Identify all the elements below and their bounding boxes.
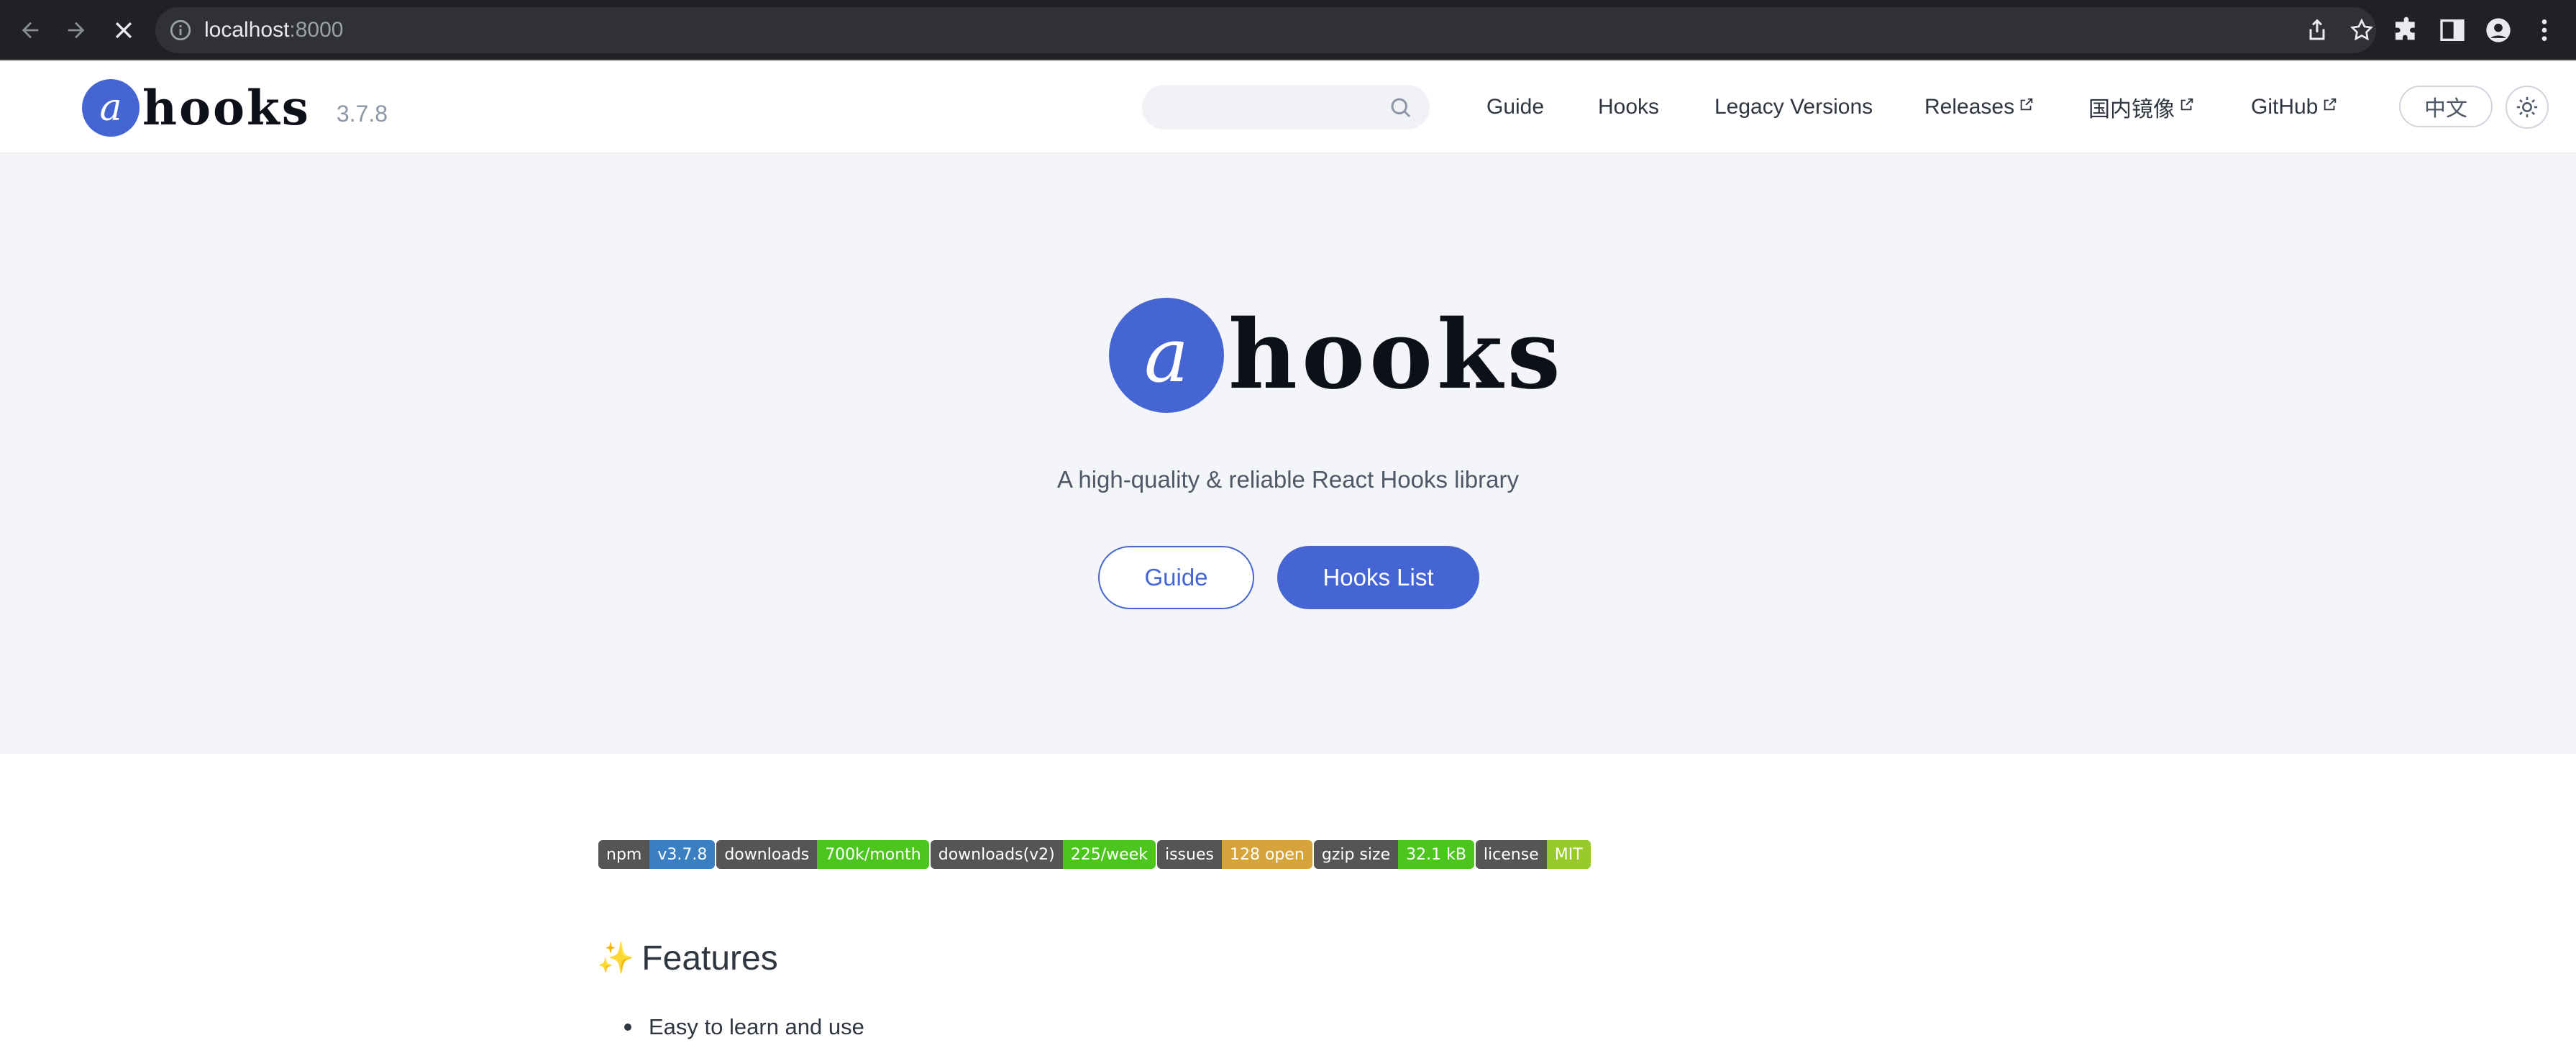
- nav-mirror-label: 国内镜像: [2088, 98, 2175, 122]
- badge-row: npm v3.7.8 downloads 700k/month download…: [598, 840, 1592, 869]
- badge-label: downloads(v2): [930, 840, 1063, 869]
- url-port: :8000: [289, 18, 344, 42]
- nav-mirror-link[interactable]: 国内镜像: [2088, 91, 2195, 123]
- badge-label: downloads: [716, 840, 818, 869]
- badge-value: 32.1 kB: [1398, 840, 1474, 869]
- language-switch-button[interactable]: 中文: [2399, 86, 2493, 127]
- nav-legacy-versions-link[interactable]: Legacy Versions: [1714, 95, 1873, 119]
- profile-avatar-icon[interactable]: [2484, 16, 2513, 45]
- downloads-badge[interactable]: downloads 700k/month: [716, 840, 929, 869]
- badge-label: license: [1475, 840, 1547, 869]
- search-input[interactable]: [1142, 85, 1372, 129]
- features-heading: ✨ Features: [597, 939, 778, 978]
- features-heading-text: Features: [641, 939, 778, 977]
- nav-github-link[interactable]: GitHub: [2251, 95, 2338, 119]
- npm-version-badge[interactable]: npm v3.7.8: [598, 840, 716, 869]
- url-host: localhost: [204, 18, 290, 42]
- nav-guide-link[interactable]: Guide: [1486, 95, 1544, 119]
- external-link-icon: [2324, 98, 2337, 111]
- nav-releases-label: Releases: [1924, 95, 2015, 119]
- issues-badge[interactable]: issues 128 open: [1156, 840, 1312, 869]
- site-header: a hooks 3.7.8 Guide Hooks Legacy Version…: [0, 60, 2576, 154]
- hero-tagline: A high-quality & reliable React Hooks li…: [1057, 466, 1519, 493]
- forward-button[interactable]: [58, 12, 95, 49]
- forward-arrow-icon: [68, 22, 85, 39]
- nav-github-label: GitHub: [2251, 95, 2319, 119]
- hero-section: a hooks A high-quality & reliable React …: [0, 154, 2576, 754]
- sparkles-icon: ✨: [597, 941, 635, 975]
- features-list: Easy to learn and use: [624, 1014, 864, 1040]
- nav-hooks-link[interactable]: Hooks: [1598, 95, 1659, 119]
- back-arrow-icon: [22, 22, 39, 39]
- guide-button[interactable]: Guide: [1098, 546, 1254, 609]
- nav-releases[interactable]: Releases: [1924, 60, 2034, 154]
- badge-label: npm: [598, 840, 650, 869]
- hero-logo: a hooks: [1109, 298, 1565, 413]
- address-bar[interactable]: localhost:8000: [155, 7, 2376, 53]
- browser-toolbar: localhost:8000: [0, 0, 2576, 60]
- search-box[interactable]: [1142, 85, 1430, 129]
- back-button[interactable]: [12, 12, 49, 49]
- version-label: 3.7.8: [336, 100, 388, 127]
- theme-toggle-button[interactable]: [2506, 86, 2549, 129]
- brand-logo[interactable]: a hooks 3.7.8: [82, 78, 388, 138]
- gzip-size-badge[interactable]: gzip size 32.1 kB: [1313, 840, 1474, 869]
- nav-guide[interactable]: Guide: [1486, 60, 1544, 154]
- external-link-icon: [2180, 98, 2193, 111]
- nav-mirror[interactable]: 国内镜像: [2088, 60, 2195, 154]
- nav-github[interactable]: GitHub: [2251, 60, 2338, 154]
- hero-logo-wordmark: hooks: [1228, 299, 1565, 411]
- nav-releases-link[interactable]: Releases: [1924, 95, 2034, 119]
- close-icon: [115, 22, 132, 39]
- nav-legacy-versions[interactable]: Legacy Versions: [1714, 60, 1873, 154]
- badge-label: gzip size: [1313, 840, 1399, 869]
- nav-hooks[interactable]: Hooks: [1598, 60, 1659, 154]
- extensions-puzzle-icon[interactable]: [2392, 16, 2421, 45]
- hero-logo-circle: a: [1109, 298, 1224, 413]
- license-badge[interactable]: license MIT: [1475, 840, 1591, 869]
- stop-loading-button[interactable]: [105, 12, 142, 49]
- badge-value: 700k/month: [817, 840, 929, 869]
- logo-circle: a: [82, 79, 140, 137]
- sun-icon: [2516, 96, 2538, 118]
- external-link-icon: [2020, 98, 2033, 111]
- star-icon[interactable]: [2349, 17, 2375, 43]
- badge-value: v3.7.8: [649, 840, 716, 869]
- badge-label: issues: [1156, 840, 1222, 869]
- kebab-menu-icon[interactable]: [2530, 16, 2559, 45]
- info-icon[interactable]: [168, 18, 193, 42]
- badge-value: MIT: [1546, 840, 1591, 869]
- side-panel-icon[interactable]: [2438, 16, 2467, 45]
- badge-value: 128 open: [1221, 840, 1312, 869]
- search-icon[interactable]: [1388, 95, 1414, 121]
- share-icon[interactable]: [2304, 17, 2330, 43]
- list-item: Easy to learn and use: [624, 1014, 864, 1040]
- url-text[interactable]: localhost:8000: [204, 7, 343, 53]
- downloads-v2-badge[interactable]: downloads(v2) 225/week: [930, 840, 1156, 869]
- badge-value: 225/week: [1062, 840, 1156, 869]
- hooks-list-button[interactable]: Hooks List: [1277, 546, 1479, 609]
- logo-wordmark: hooks: [142, 80, 311, 136]
